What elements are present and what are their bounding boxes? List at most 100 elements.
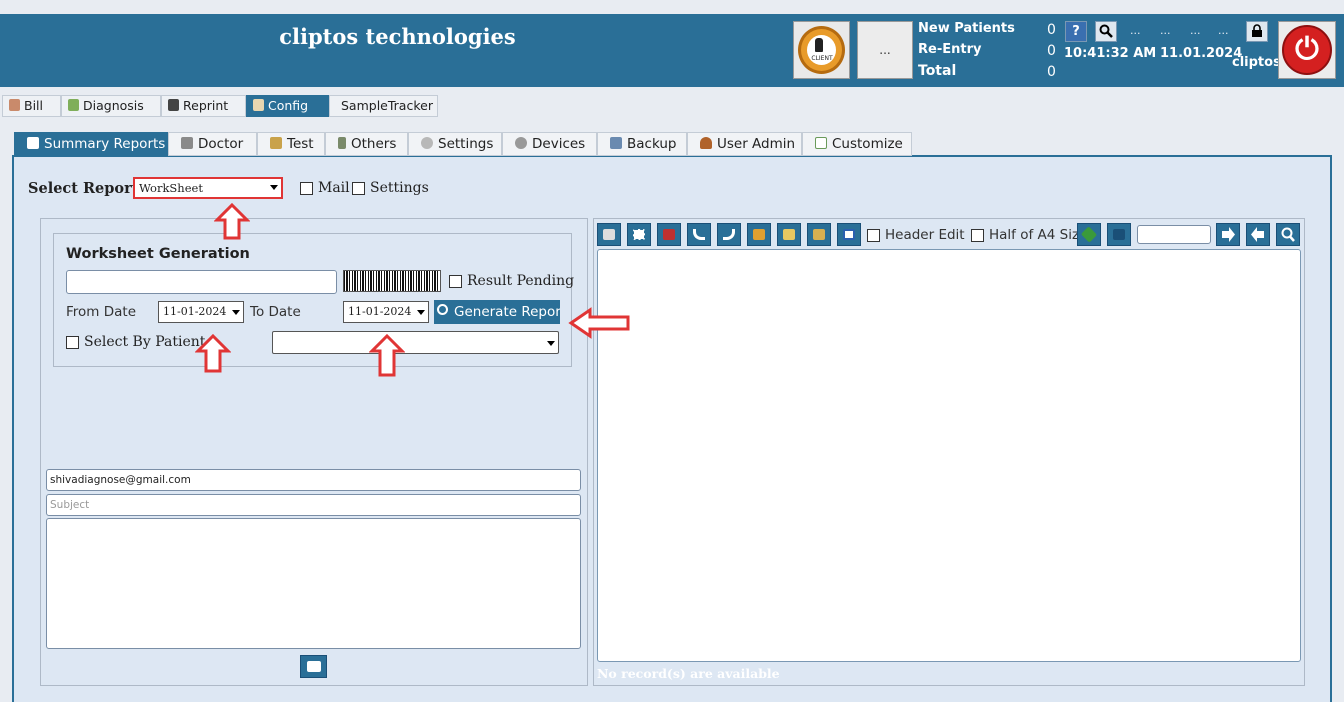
search-icon[interactable]: [1095, 21, 1117, 42]
lock-icon[interactable]: [1246, 21, 1268, 42]
zoom-button[interactable]: [1276, 223, 1300, 246]
undo-button[interactable]: [687, 223, 711, 246]
export-icon: [813, 229, 825, 240]
word-icon: [843, 229, 855, 240]
new-patients-label: New Patients: [918, 21, 1015, 36]
tab-devices[interactable]: Devices: [502, 132, 597, 156]
tab-config[interactable]: Config: [246, 95, 329, 117]
tab-test[interactable]: Test: [257, 132, 325, 156]
mail-subject-field[interactable]: Subject: [46, 494, 581, 516]
save-icon: [663, 229, 675, 240]
printer-icon: [603, 229, 615, 240]
diagnosis-icon: [68, 99, 79, 111]
prev-page-button[interactable]: [1246, 223, 1270, 246]
folder-icon: [783, 229, 795, 240]
tab-sampletracker[interactable]: SampleTracker: [329, 95, 438, 117]
to-date-picker[interactable]: 11-01-2024: [343, 301, 429, 323]
select-reports-label: Select Reports: [28, 180, 147, 197]
tab-others[interactable]: Others: [325, 132, 408, 156]
result-pending-checkbox[interactable]: [449, 275, 462, 288]
tab-user-admin[interactable]: User Admin: [687, 132, 802, 156]
to-date-value: 11-01-2024: [348, 305, 412, 318]
settings-checkbox[interactable]: [352, 182, 365, 195]
report-icon: [27, 137, 39, 149]
to-date-label: To Date: [250, 304, 301, 320]
re-entry-count: 0: [1047, 43, 1056, 59]
save-button[interactable]: [657, 223, 681, 246]
clock-time: 10:41:32 AM: [1064, 46, 1157, 61]
tab-doctor[interactable]: Doctor: [168, 132, 257, 156]
tab-summary-reports[interactable]: Summary Reports: [14, 132, 168, 156]
print-button[interactable]: [597, 223, 621, 246]
total-label: Total: [918, 63, 957, 79]
page-setup-button[interactable]: [627, 223, 651, 246]
diamond-icon: [1080, 226, 1098, 243]
undo-icon: [693, 229, 705, 240]
half-a4-label: Half of A4 Siz: [989, 227, 1080, 243]
report-viewer[interactable]: [597, 249, 1301, 662]
chevron-down-icon: [270, 185, 278, 190]
cut-button[interactable]: [747, 223, 771, 246]
test-icon: [270, 137, 282, 149]
mail-label: Mail: [318, 180, 350, 196]
others-icon: [338, 137, 346, 149]
half-a4-checkbox[interactable]: [971, 229, 984, 242]
select-by-patient-label: Select By Patient: [84, 334, 206, 350]
reprint-icon: [168, 99, 179, 111]
user-config-icon: [253, 99, 264, 111]
re-entry-label: Re-Entry: [918, 42, 982, 57]
client-button[interactable]: CLIENT: [793, 21, 850, 79]
logout-button[interactable]: ⏻: [1278, 21, 1336, 79]
generate-report-button[interactable]: Generate Report: [434, 300, 560, 324]
arrow-right-icon: [1222, 227, 1235, 242]
open-button[interactable]: [777, 223, 801, 246]
user-admin-icon: [700, 137, 712, 149]
report-type-select[interactable]: WorkSheet: [133, 177, 283, 199]
send-mail-button[interactable]: [300, 655, 327, 678]
barcode-icon[interactable]: [343, 270, 441, 292]
status-dots-2: ...: [1160, 24, 1171, 37]
annotation-up-arrow-from-date: [195, 334, 231, 373]
new-patients-count: 0: [1047, 22, 1056, 38]
tab-diagnosis[interactable]: Diagnosis: [61, 95, 161, 117]
select-by-patient-checkbox[interactable]: [66, 336, 79, 349]
chevron-down-icon: [547, 341, 555, 346]
annotation-up-arrow-to-date: [369, 334, 405, 377]
more-button[interactable]: ...: [857, 21, 913, 79]
tab-reprint[interactable]: Reprint: [161, 95, 246, 117]
report-type-value: WorkSheet: [139, 181, 203, 195]
help-icon[interactable]: ?: [1065, 21, 1087, 42]
arrow-left-icon: [1251, 227, 1264, 242]
color-button[interactable]: [1077, 223, 1101, 246]
export-button[interactable]: [807, 223, 831, 246]
page-number-input[interactable]: [1137, 225, 1211, 244]
font-icon: [1113, 229, 1125, 240]
from-date-picker[interactable]: 11-01-2024: [158, 301, 244, 323]
tab-customize[interactable]: Customize: [802, 132, 912, 156]
tab-settings[interactable]: Settings: [408, 132, 502, 156]
settings-label: Settings: [370, 180, 429, 196]
header-edit-label: Header Edit: [885, 227, 965, 243]
mail-body-field[interactable]: [46, 518, 581, 649]
tab-backup[interactable]: Backup: [597, 132, 687, 156]
mail-checkbox[interactable]: [300, 182, 313, 195]
result-pending-label: Result Pending: [467, 273, 575, 289]
doctor-icon: [181, 137, 193, 149]
power-icon: ⏻: [1282, 25, 1332, 75]
word-export-button[interactable]: [837, 223, 861, 246]
tab-bill[interactable]: Bill: [2, 95, 61, 117]
current-date: 11.01.2024: [1160, 46, 1243, 61]
barcode-input[interactable]: [66, 270, 337, 294]
redo-button[interactable]: [717, 223, 741, 246]
chevron-down-icon: [417, 310, 425, 315]
next-page-button[interactable]: [1216, 223, 1240, 246]
gear-icon: [421, 137, 433, 149]
no-records-message: No record(s) are available: [597, 666, 780, 681]
mail-to-field[interactable]: shivadiagnose@gmail.com: [46, 469, 581, 491]
worksheet-title: Worksheet Generation: [66, 246, 250, 262]
status-dots-1: ...: [1130, 24, 1141, 37]
font-button[interactable]: [1107, 223, 1131, 246]
header-edit-checkbox[interactable]: [867, 229, 880, 242]
status-dots-4: ...: [1218, 24, 1229, 37]
patient-select[interactable]: [272, 331, 559, 354]
